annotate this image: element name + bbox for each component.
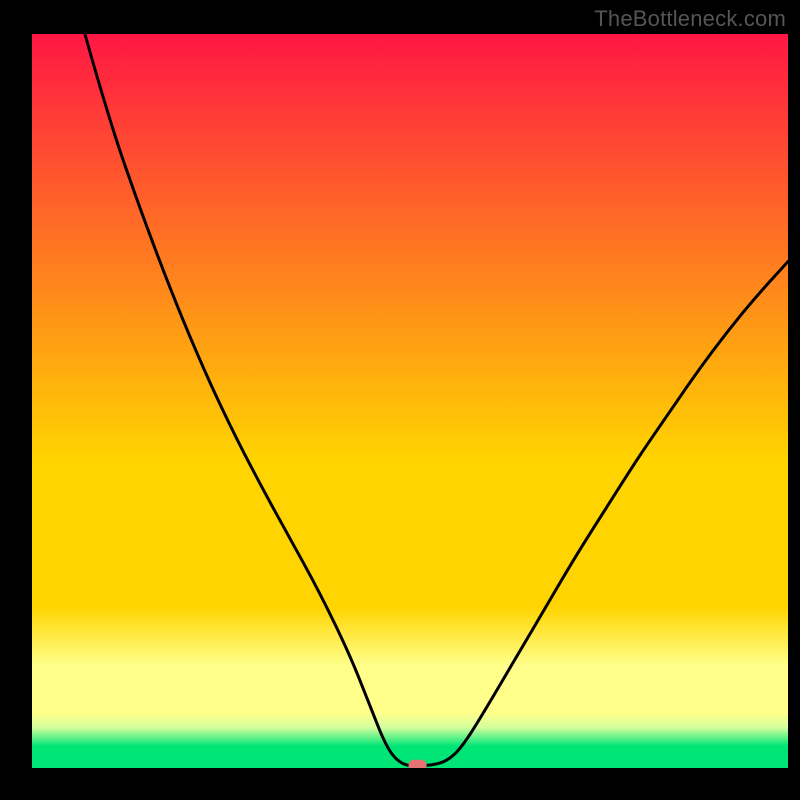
watermark-text: TheBottleneck.com (594, 6, 786, 32)
plot-area (32, 34, 788, 768)
optimum-marker (409, 760, 427, 768)
gradient-background (32, 34, 788, 768)
bottleneck-chart (32, 34, 788, 768)
chart-root: TheBottleneck.com (0, 0, 800, 800)
